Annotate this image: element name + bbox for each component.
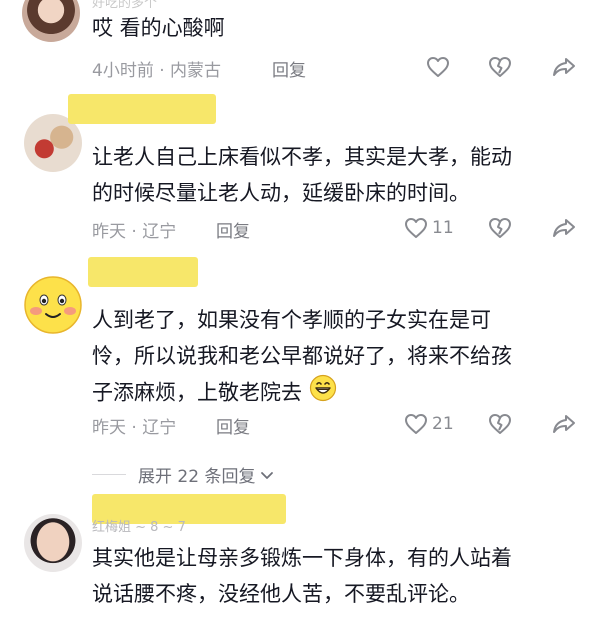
avatar[interactable] [22,0,80,42]
comment-text-line: 说话腰不疼，没经他人苦，不要乱评论。 [92,582,470,606]
like-count: 11 [432,218,454,238]
reply-button[interactable]: 回复 [216,217,250,242]
comment-text-line: 其实他是让母亲多锻炼一下身体，有的人站着 [92,546,512,570]
divider [92,474,126,475]
comment-meta: 4小时前 · 内蒙古 [92,61,222,81]
comment-text-line: 子添麻烦，上敬老院去 [92,380,302,405]
comment-text: 让老人自己上床看似不孝，其实是大孝，能动 的时候尽量让老人动，延缓卧床的时间。 [92,139,572,211]
comment-meta: 昨天 · 辽宁 [92,222,177,242]
share-button[interactable] [552,56,576,78]
commenter-name-highlight[interactable] [88,257,198,287]
broken-heart-icon [489,218,511,238]
share-arrow-icon [553,219,575,237]
like-button[interactable] [426,56,450,78]
share-button[interactable] [552,217,576,239]
comment-text: 其实他是让母亲多锻炼一下身体，有的人站着 说话腰不疼，没经他人苦，不要乱评论。 [92,540,572,612]
commenter-name[interactable]: 红梅姐 ~ 8 ~ 7 [92,516,186,535]
comment-text-line: 怜，所以说我和老公早都说好了，将来不给孩 [92,344,512,368]
comment-text-line: 的时候尽量让老人动，延缓卧床的时间。 [92,181,470,205]
heart-icon [405,218,427,238]
dislike-button[interactable] [488,413,512,435]
dislike-button[interactable] [488,217,512,239]
chevron-down-icon [261,471,274,479]
dislike-button[interactable] [488,56,512,78]
like-button[interactable]: 21 [404,413,454,435]
like-count: 21 [432,414,454,434]
heart-icon [405,414,427,434]
comment-text-line: 让老人自己上床看似不孝，其实是大孝，能动 [92,145,512,169]
comment-text: 哎 看的心酸啊 [92,10,572,46]
comment-meta: 昨天 · 辽宁 [92,418,177,438]
broken-heart-icon [489,57,511,77]
share-arrow-icon [553,58,575,76]
reply-button[interactable]: 回复 [216,413,250,438]
expand-replies-label: 展开 22 条回复 [138,467,256,487]
comment-text-line: 人到老了，如果没有个孝顺的子女实在是可 [92,308,491,332]
grinning-face-icon [309,374,337,413]
broken-heart-icon [489,414,511,434]
heart-icon [427,57,449,77]
commenter-name-highlight[interactable] [68,94,216,124]
share-arrow-icon [553,415,575,433]
smiley-avatar-icon [24,276,82,334]
reply-button[interactable]: 回复 [272,56,306,81]
expand-replies-button[interactable]: 展开 22 条回复 [92,462,276,487]
comment-text-line: 哎 看的心酸啊 [92,16,225,40]
avatar[interactable] [24,276,82,334]
avatar[interactable] [24,514,82,572]
comment-text: 人到老了，如果没有个孝顺的子女实在是可 怜，所以说我和老公早都说好了，将来不给孩… [92,302,572,413]
share-button[interactable] [552,413,576,435]
like-button[interactable]: 11 [404,217,454,239]
